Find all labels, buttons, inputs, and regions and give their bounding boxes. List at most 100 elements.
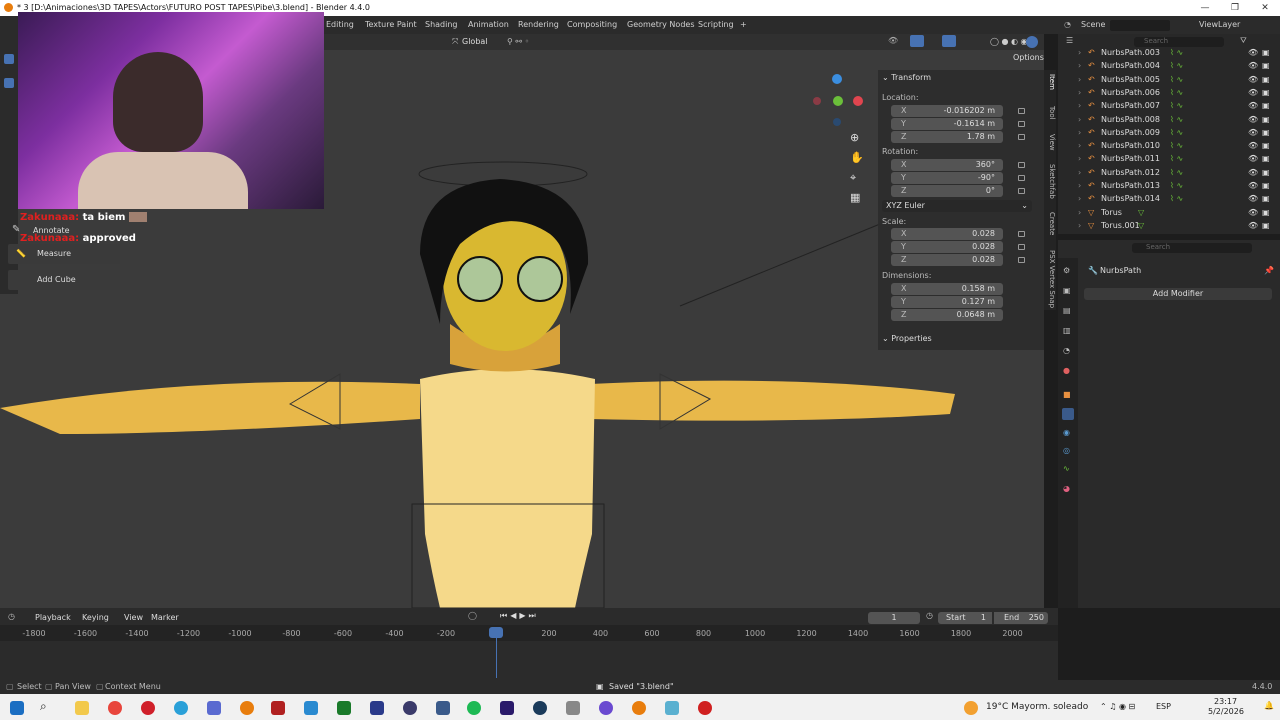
- clock-date[interactable]: 5/2/2026: [1208, 707, 1244, 716]
- app-icon-2[interactable]: [436, 701, 450, 715]
- spotify-icon[interactable]: [467, 701, 481, 715]
- add-modifier-button[interactable]: Add Modifier: [1084, 288, 1272, 300]
- steam-icon[interactable]: [533, 701, 547, 715]
- expand-icon[interactable]: ›: [1078, 152, 1081, 165]
- minimize-button[interactable]: —: [1190, 0, 1220, 16]
- clock-time[interactable]: 23:17: [1214, 697, 1237, 706]
- calculator-icon[interactable]: [566, 701, 580, 715]
- view-menu[interactable]: View: [124, 613, 143, 622]
- notification-icon[interactable]: 🔔: [1264, 701, 1274, 710]
- annotate-tool[interactable]: Annotate: [33, 226, 70, 235]
- outliner-item[interactable]: › ↶ NurbsPath.012 ⌇ ∿ 👁 ▣: [1058, 166, 1280, 179]
- app-icon-4[interactable]: [698, 701, 712, 715]
- tray-icons[interactable]: ⌃ ♫ ◉ ⊟: [1100, 702, 1135, 711]
- lock-icon[interactable]: [1018, 257, 1025, 263]
- modifier-icon[interactable]: ⌇ ∿: [1170, 166, 1183, 179]
- outliner-item[interactable]: › ↶ NurbsPath.004 ⌇ ∿ 👁 ▣: [1058, 59, 1280, 72]
- physics-tab-icon[interactable]: ◎: [1063, 446, 1070, 455]
- keying-menu[interactable]: Keying: [82, 613, 109, 622]
- particles-tab-icon[interactable]: ◉: [1063, 428, 1070, 437]
- eye-icon[interactable]: 👁: [1248, 59, 1258, 72]
- stopwatch-icon[interactable]: ◷: [926, 611, 933, 620]
- tab-texture-paint[interactable]: Texture Paint: [365, 20, 417, 29]
- modifier-icon[interactable]: ▽: [1138, 206, 1144, 219]
- location-y-field[interactable]: Y -0.1614 m: [891, 118, 1003, 130]
- lock-icon[interactable]: [1018, 188, 1025, 194]
- pycharm-icon[interactable]: [337, 701, 351, 715]
- blender-taskbar-icon[interactable]: [240, 701, 254, 715]
- eye-icon[interactable]: 👁: [1248, 152, 1258, 165]
- clock-icon[interactable]: ◷: [8, 612, 15, 621]
- eye-icon[interactable]: 👁: [1248, 179, 1258, 192]
- tab-psx-vertex-snap[interactable]: PSX Vertex Snap: [1044, 250, 1056, 308]
- expand-icon[interactable]: ›: [1078, 113, 1081, 126]
- rotation-z-field[interactable]: Z 0°: [891, 185, 1003, 197]
- camera-icon[interactable]: ▣: [1262, 126, 1270, 139]
- timeline-ruler[interactable]: -1800 -1600 -1400 -1200 -1000 -800 -600 -400 -20…: [0, 625, 1058, 678]
- lock-icon[interactable]: [1018, 108, 1025, 114]
- close-button[interactable]: ✕: [1250, 0, 1280, 16]
- camera-icon[interactable]: ▣: [1262, 86, 1270, 99]
- outliner-item[interactable]: › ↶ NurbsPath.014 ⌇ ∿ 👁 ▣: [1058, 192, 1280, 205]
- expand-icon[interactable]: ›: [1078, 206, 1081, 219]
- lock-icon[interactable]: [1018, 231, 1025, 237]
- expand-icon[interactable]: ›: [1078, 86, 1081, 99]
- scale-x-field[interactable]: X 0.028: [891, 228, 1003, 240]
- eye-icon[interactable]: 👁: [1248, 46, 1258, 59]
- camera-icon[interactable]: ▣: [1262, 139, 1270, 152]
- tab-geometry-nodes[interactable]: Geometry Nodes: [627, 20, 694, 29]
- expand-icon[interactable]: ›: [1078, 179, 1081, 192]
- language-indicator[interactable]: ESP: [1156, 702, 1171, 711]
- tab-animation[interactable]: Animation: [468, 20, 509, 29]
- marker-menu[interactable]: Marker: [151, 613, 179, 622]
- camera-icon[interactable]: ⌖: [850, 171, 856, 185]
- pan-hand-icon[interactable]: ✋: [850, 151, 864, 164]
- camera-icon[interactable]: ▣: [1262, 166, 1270, 179]
- grid-view-icon[interactable]: ▦: [850, 191, 860, 204]
- camera-icon[interactable]: ▣: [1262, 99, 1270, 112]
- rotation-y-field[interactable]: Y -90°: [891, 172, 1003, 184]
- camera-icon[interactable]: ▣: [1262, 192, 1270, 205]
- zoom-icon[interactable]: ⊕: [850, 131, 859, 144]
- outliner-item[interactable]: › ↶ NurbsPath.005 ⌇ ∿ 👁 ▣: [1058, 73, 1280, 86]
- outliner-item[interactable]: › ▽ Torus ▽ 👁 ▣: [1058, 206, 1280, 219]
- start-menu-icon[interactable]: [10, 701, 24, 715]
- playback-controls-icon[interactable]: ⏮◀▶⏭: [500, 611, 539, 621]
- photos-icon[interactable]: [304, 701, 318, 715]
- data-tab-icon[interactable]: ∿: [1063, 464, 1070, 473]
- add-cube-tool[interactable]: Add Cube: [8, 270, 120, 290]
- modifier-icon[interactable]: ⌇ ∿: [1170, 59, 1183, 72]
- eye-icon[interactable]: 👁: [1248, 126, 1258, 139]
- eye-icon[interactable]: 👁: [1248, 206, 1258, 219]
- modifier-icon[interactable]: ⌇ ∿: [1170, 126, 1183, 139]
- app-icon[interactable]: [207, 701, 221, 715]
- tab-scripting[interactable]: Scripting: [698, 20, 734, 29]
- material-tab-icon[interactable]: ◕: [1063, 484, 1070, 493]
- camera-icon[interactable]: ▣: [1262, 206, 1270, 219]
- scale-y-field[interactable]: Y 0.028: [891, 241, 1003, 253]
- outliner-editor-icon[interactable]: ☰: [1066, 36, 1073, 45]
- edge-icon[interactable]: [174, 701, 188, 715]
- obs-icon[interactable]: [403, 701, 417, 715]
- camera-icon[interactable]: ▣: [1262, 59, 1270, 72]
- lock-icon[interactable]: [1018, 134, 1025, 140]
- expand-icon[interactable]: ›: [1078, 59, 1081, 72]
- weather-text[interactable]: 19°C Mayorm. soleado: [986, 702, 1088, 712]
- tab-create[interactable]: Create: [1044, 212, 1056, 235]
- modifier-icon[interactable]: ⌇ ∿: [1170, 179, 1183, 192]
- camera-icon[interactable]: ▣: [1262, 46, 1270, 59]
- viewlayer-selector[interactable]: ViewLayer: [1199, 20, 1240, 29]
- modifier-icon[interactable]: ⌇ ∿: [1170, 46, 1183, 59]
- modifier-icon[interactable]: ▽: [1138, 219, 1144, 232]
- modifier-icon[interactable]: ⌇ ∿: [1170, 139, 1183, 152]
- outliner-item[interactable]: › ↶ NurbsPath.010 ⌇ ∿ 👁 ▣: [1058, 139, 1280, 152]
- tab-view[interactable]: View: [1044, 134, 1056, 151]
- lock-icon[interactable]: [1018, 175, 1025, 181]
- scene-field[interactable]: [1110, 20, 1170, 31]
- playhead[interactable]: [489, 627, 503, 638]
- eye-icon[interactable]: 👁: [1248, 113, 1258, 126]
- outliner-item[interactable]: › ↶ NurbsPath.013 ⌇ ∿ 👁 ▣: [1058, 179, 1280, 192]
- expand-icon[interactable]: ›: [1078, 46, 1081, 59]
- camera-icon[interactable]: ▣: [1262, 73, 1270, 86]
- scale-z-field[interactable]: Z 0.028: [891, 254, 1003, 266]
